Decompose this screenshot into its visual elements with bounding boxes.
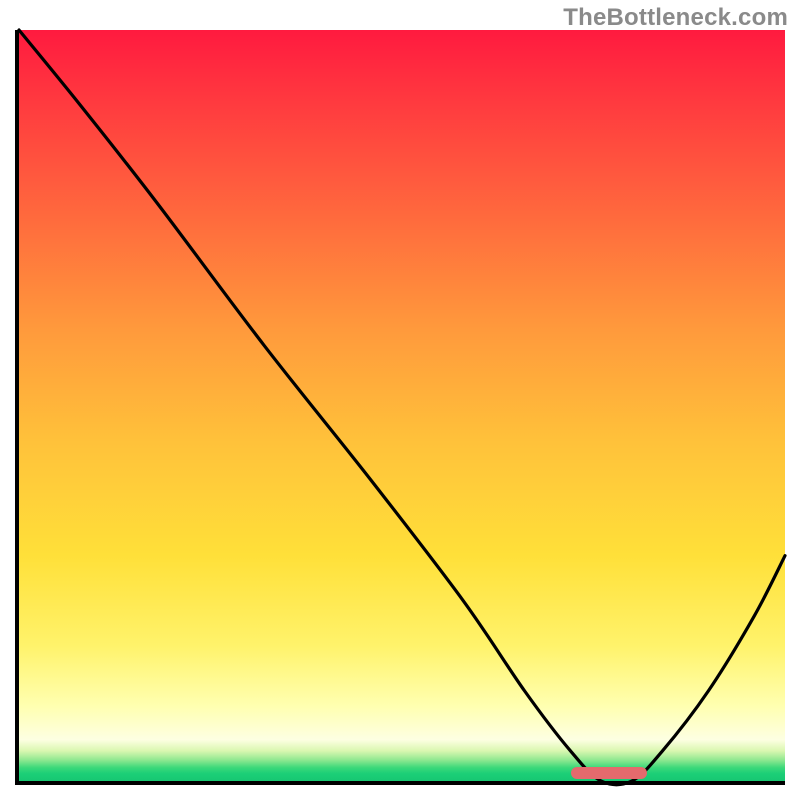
optimum-marker [571,767,648,779]
chart-container: TheBottleneck.com [0,0,800,800]
watermark-text: TheBottleneck.com [563,4,788,32]
bottleneck-curve [19,30,785,781]
plot-area [15,30,785,785]
curve-path [19,30,785,785]
